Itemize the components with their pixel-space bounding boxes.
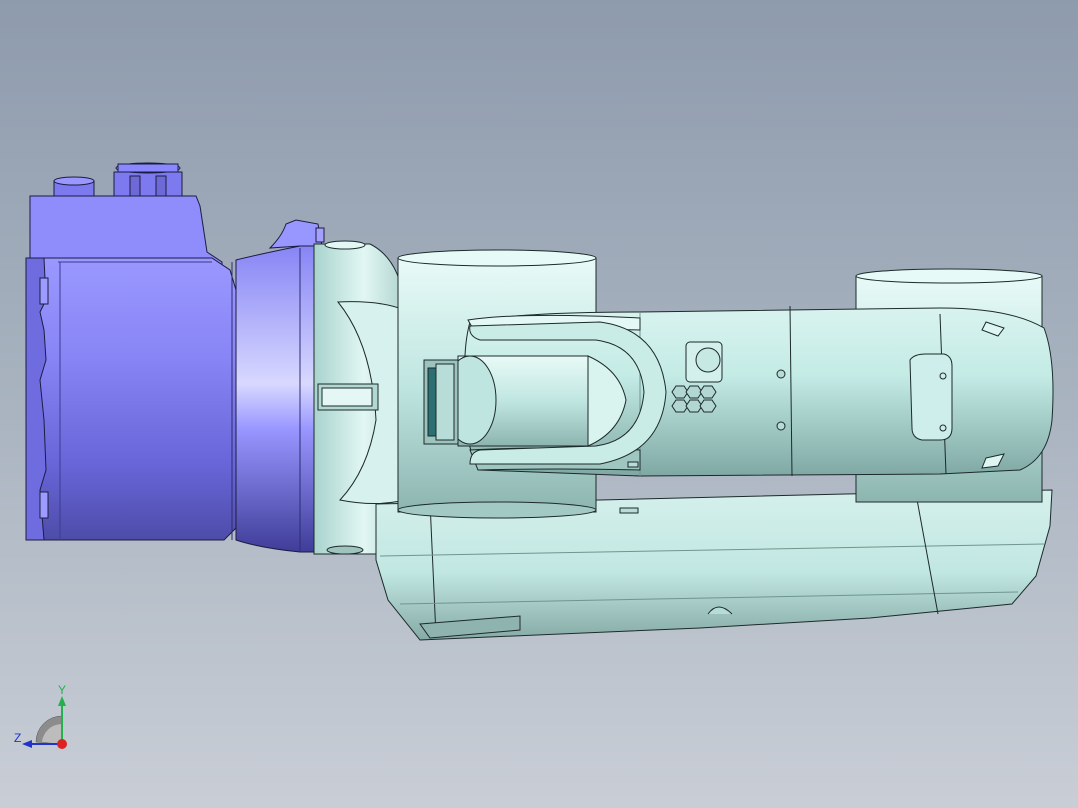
y-axis-label: Y: [58, 684, 66, 697]
base-connector-large: [113, 171, 183, 198]
screw-icon: [776, 369, 786, 379]
z-axis-arrow-icon: [22, 740, 32, 748]
robot-arm-model[interactable]: [0, 0, 1078, 808]
screw-icon: [776, 421, 786, 431]
base-housing[interactable]: [25, 162, 325, 553]
y-axis-arrow-icon: [58, 696, 66, 706]
z-axis-label: Z: [14, 731, 21, 745]
orientation-triad: Y Z: [14, 684, 67, 749]
cad-viewport[interactable]: Y Z: [0, 0, 1078, 808]
x-axis-dot-icon: [57, 739, 67, 749]
